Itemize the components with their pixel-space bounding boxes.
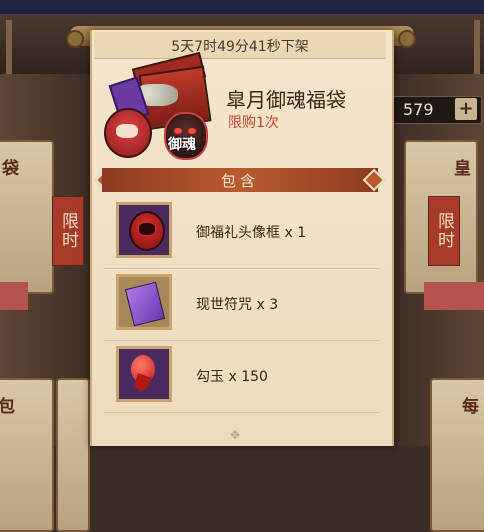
reward-item[interactable]: 现世符咒 x 3 [104,270,380,341]
limited-tag: 限时 [428,196,460,266]
shelf-pole [6,20,12,80]
item-label: 现世符咒 x 3 [196,294,278,314]
rod-cap [66,30,84,48]
reward-item[interactable]: 御福礼头像框 x 1 [104,198,380,269]
card-label: 袋 [2,159,19,179]
top-bar [0,0,484,14]
purchase-limit: 限购1次 [228,115,279,131]
bag-title: 皐月御魂福袋 [226,88,346,112]
shop-card[interactable] [56,378,90,532]
lucky-bag-icon: 御魂 [104,51,212,160]
item-qty: x 3 [256,297,279,313]
item-name: 勾玉 [196,369,224,385]
item-label: 御福礼头像框 x 1 [196,222,306,242]
card-label: 包 [0,397,15,417]
talisman-icon [116,274,172,330]
contains-label: 包含 [220,172,259,190]
contains-banner: 包含 [102,168,378,192]
card-label: 皇 [454,159,471,179]
countdown-bar: 5天7时49分41秒下架 [94,32,386,59]
rod-cap [398,30,416,48]
currency-value: 579 [403,100,434,119]
daruma-icon [104,108,152,158]
daruma-face [139,223,155,235]
daruma-face [116,124,138,138]
daruma-icon [129,211,165,251]
limited-tag: 限时 [52,196,84,266]
item-name: 现世符咒 [196,297,252,313]
bag-glyph: 御魂 [168,137,196,153]
scroll-indicator-icon: ✥ [230,428,241,442]
reward-item[interactable]: 勾玉 x 150 [104,342,380,413]
add-currency-button[interactable]: + [455,98,477,120]
item-qty: x 1 [284,225,307,241]
shelf-pole [474,20,480,80]
item-qty: x 150 [228,369,268,385]
currency-display: 579 + [384,96,482,124]
card-price-bar [0,282,28,310]
daruma-frame-icon [116,202,172,258]
item-label: 勾玉 x 150 [196,366,268,386]
countdown-text: 5天7时49分41秒下架 [171,39,309,55]
magatama-icon [116,346,172,402]
card-price-bar [424,282,484,310]
talisman-card [124,281,166,327]
card-label: 每 [462,397,479,417]
item-name: 御福礼头像框 [196,225,280,241]
